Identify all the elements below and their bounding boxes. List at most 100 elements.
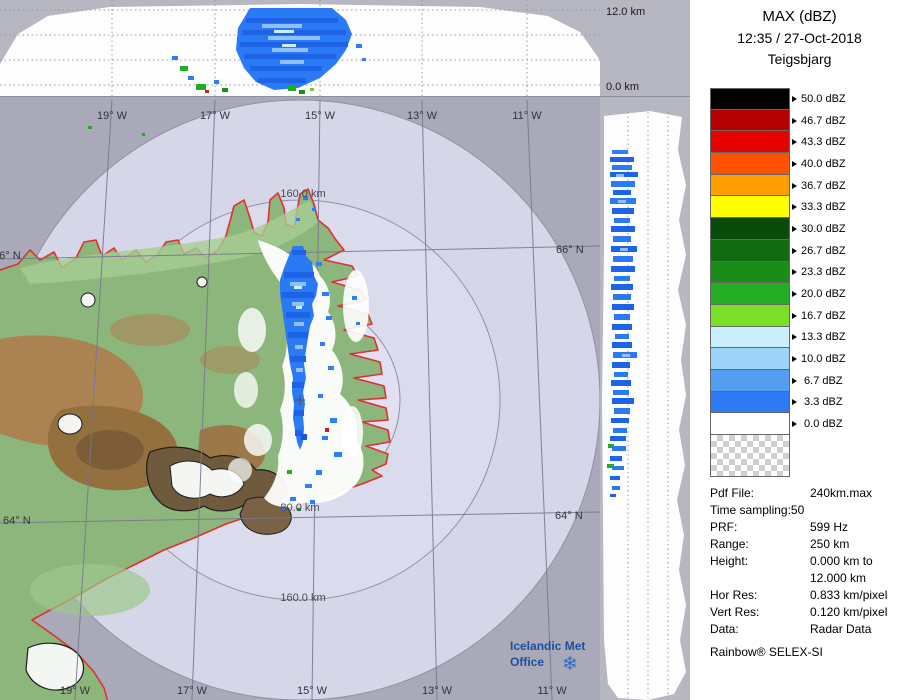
tick-arrow-icon bbox=[792, 312, 797, 319]
info-value: 240km.max bbox=[810, 486, 873, 500]
scale-row: 10.0 dBZ bbox=[710, 348, 900, 370]
info-row: Range: 250 km bbox=[710, 537, 905, 554]
info-row: Height: 0.000 km to bbox=[710, 554, 905, 571]
ring-label: 160.0 km bbox=[280, 592, 325, 604]
dbz-swatch bbox=[710, 239, 790, 262]
dbz-swatch bbox=[710, 391, 790, 414]
dbz-swatch bbox=[710, 283, 790, 305]
dbz-swatch bbox=[710, 88, 790, 110]
dbz-label: 30.0 dBZ bbox=[801, 222, 846, 235]
dbz-swatch bbox=[710, 369, 790, 392]
scale-row: 40.0 dBZ bbox=[710, 153, 900, 175]
dbz-label: 20.0 dBZ bbox=[801, 288, 846, 301]
lon-label-bottom: 17° W bbox=[177, 685, 208, 697]
tick-arrow-icon bbox=[792, 95, 797, 102]
dbz-label: 33.3 dBZ bbox=[801, 201, 846, 214]
scale-row: 46.7 dBZ bbox=[710, 109, 900, 132]
dbz-swatch bbox=[710, 174, 790, 197]
transparent-swatch bbox=[710, 435, 790, 477]
dbz-label: 26.7 dBZ bbox=[801, 244, 846, 257]
lon-label-top: 19° W bbox=[97, 110, 128, 122]
scale-row: 50.0 dBZ bbox=[710, 88, 900, 110]
info-row: Data: Radar Data bbox=[710, 622, 905, 639]
dbz-swatch bbox=[710, 153, 790, 175]
dbz-swatch bbox=[710, 348, 790, 370]
height-axis-min-label: 0.0 km bbox=[606, 81, 639, 93]
scale-row bbox=[710, 435, 900, 477]
dbz-label: 10.0 dBZ bbox=[801, 353, 846, 366]
tick-arrow-icon bbox=[792, 334, 797, 341]
info-label: Vert Res: bbox=[710, 605, 760, 619]
info-value: 0.120 km/pixel bbox=[810, 605, 888, 619]
lon-label-bottom: 13° W bbox=[422, 685, 453, 697]
side-profile-panel[interactable]: 12.0 km 0.0 km bbox=[600, 0, 690, 700]
lat-label-right: 64° N bbox=[555, 510, 583, 522]
info-label: PRF: bbox=[710, 520, 738, 534]
tick-arrow-icon bbox=[792, 377, 797, 384]
tick-arrow-icon bbox=[792, 225, 797, 232]
lon-label-bottom: 19° W bbox=[60, 685, 91, 697]
tick-arrow-icon bbox=[792, 269, 797, 276]
dbz-label: 23.3 dBZ bbox=[801, 266, 846, 279]
ring-label: 80.0 km bbox=[280, 502, 319, 514]
info-row: 12.000 km bbox=[710, 571, 905, 588]
product-title: MAX (dBZ) bbox=[762, 8, 837, 25]
ppi-map[interactable]: 19° W 17° W 15° W 13° W 11° W 19° W 17° … bbox=[0, 97, 600, 700]
dbz-swatch bbox=[710, 218, 790, 240]
logo-text-line2: Office bbox=[510, 655, 544, 669]
tick-arrow-icon bbox=[792, 247, 797, 254]
tick-arrow-icon bbox=[792, 139, 797, 146]
dbz-color-scale: 50.0 dBZ 46.7 dBZ 43.3 dBZ 40.0 dBZ 36.7… bbox=[710, 88, 900, 477]
scale-row: 30.0 dBZ bbox=[710, 218, 900, 240]
dbz-label: 40.0 dBZ bbox=[801, 157, 846, 170]
info-value: 0.833 km/pixel bbox=[810, 588, 888, 602]
snowflake-icon: ❄ bbox=[562, 654, 578, 675]
lat-label-right: 66° N bbox=[556, 244, 584, 256]
lon-label-top: 11° W bbox=[512, 110, 542, 122]
tick-arrow-icon bbox=[792, 291, 797, 298]
dbz-label: 50.0 dBZ bbox=[801, 92, 846, 105]
dbz-label: 46.7 dBZ bbox=[801, 114, 846, 127]
top-profile-panel[interactable] bbox=[0, 0, 600, 97]
radar-application-window: 19° W 17° W 15° W 13° W 11° W 19° W 17° … bbox=[0, 0, 909, 700]
info-value: 12.000 km bbox=[810, 571, 867, 585]
info-label: Data: bbox=[710, 622, 739, 636]
info-value: 0.000 km to bbox=[810, 554, 873, 568]
info-value: 250 km bbox=[810, 537, 850, 551]
lon-label-top: 15° W bbox=[305, 110, 336, 122]
tick-arrow-icon bbox=[792, 160, 797, 167]
dbz-label: 16.7 dBZ bbox=[801, 309, 846, 322]
scale-row: 16.7 dBZ bbox=[710, 304, 900, 327]
scale-row: 6.7 dBZ bbox=[710, 369, 900, 392]
dbz-swatch bbox=[710, 131, 790, 154]
legend-panel: MAX (dBZ) 12:35 / 27-Oct-2018 Teigsbjarg… bbox=[690, 0, 909, 700]
dbz-swatch bbox=[710, 304, 790, 327]
scale-row: 33.3 dBZ bbox=[710, 196, 900, 219]
info-row: Time sampling:50 bbox=[710, 503, 905, 520]
info-label: Height: bbox=[710, 554, 749, 568]
scale-row: 23.3 dBZ bbox=[710, 261, 900, 284]
tick-arrow-icon bbox=[792, 182, 797, 189]
dbz-swatch bbox=[710, 109, 790, 132]
dbz-label: 6.7 dBZ bbox=[801, 374, 843, 387]
lat-label-left: 66° N bbox=[0, 250, 21, 262]
info-row: Pdf File: 240km.max bbox=[710, 486, 905, 503]
radar-map-view[interactable]: 19° W 17° W 15° W 13° W 11° W 19° W 17° … bbox=[0, 0, 600, 700]
lon-label-top: 13° W bbox=[407, 110, 438, 122]
dbz-swatch bbox=[710, 413, 790, 435]
dbz-swatch bbox=[710, 326, 790, 349]
info-label: Hor Res: bbox=[710, 588, 758, 602]
lon-label-bottom: 15° W bbox=[297, 685, 328, 697]
info-label: Pdf File: bbox=[710, 486, 755, 500]
lat-label-left: 64° N bbox=[3, 515, 31, 527]
tick-arrow-icon bbox=[792, 117, 797, 124]
station-name: Teigsbjarg bbox=[767, 51, 832, 67]
lon-label-top: 17° W bbox=[200, 110, 231, 122]
scale-row: 3.3 dBZ bbox=[710, 391, 900, 414]
info-row: Vert Res: 0.120 km/pixel bbox=[710, 605, 905, 622]
scale-row: 43.3 dBZ bbox=[710, 131, 900, 154]
tick-arrow-icon bbox=[792, 421, 797, 428]
scan-datetime: 12:35 / 27-Oct-2018 bbox=[737, 30, 862, 46]
dbz-label: 13.3 dBZ bbox=[801, 331, 846, 344]
dbz-label: 43.3 dBZ bbox=[801, 136, 846, 149]
